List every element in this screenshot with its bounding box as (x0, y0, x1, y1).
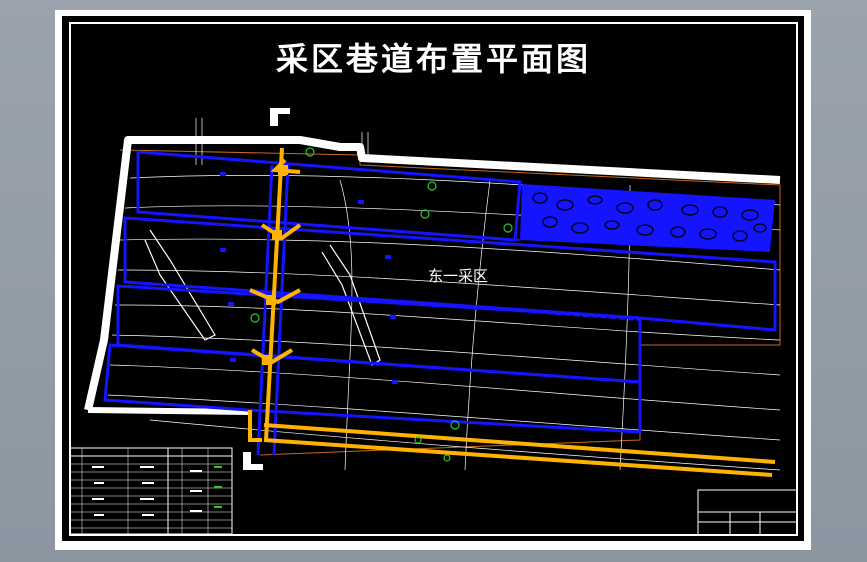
north-marker-top (270, 108, 290, 126)
survey-annotations (250, 147, 513, 462)
mine-plan-drawing (69, 22, 798, 536)
field-boundary-bottom (87, 407, 251, 415)
title-block (697, 489, 798, 536)
legend-table (69, 447, 233, 535)
inner-frame (69, 22, 798, 536)
goaf-area (520, 184, 775, 252)
